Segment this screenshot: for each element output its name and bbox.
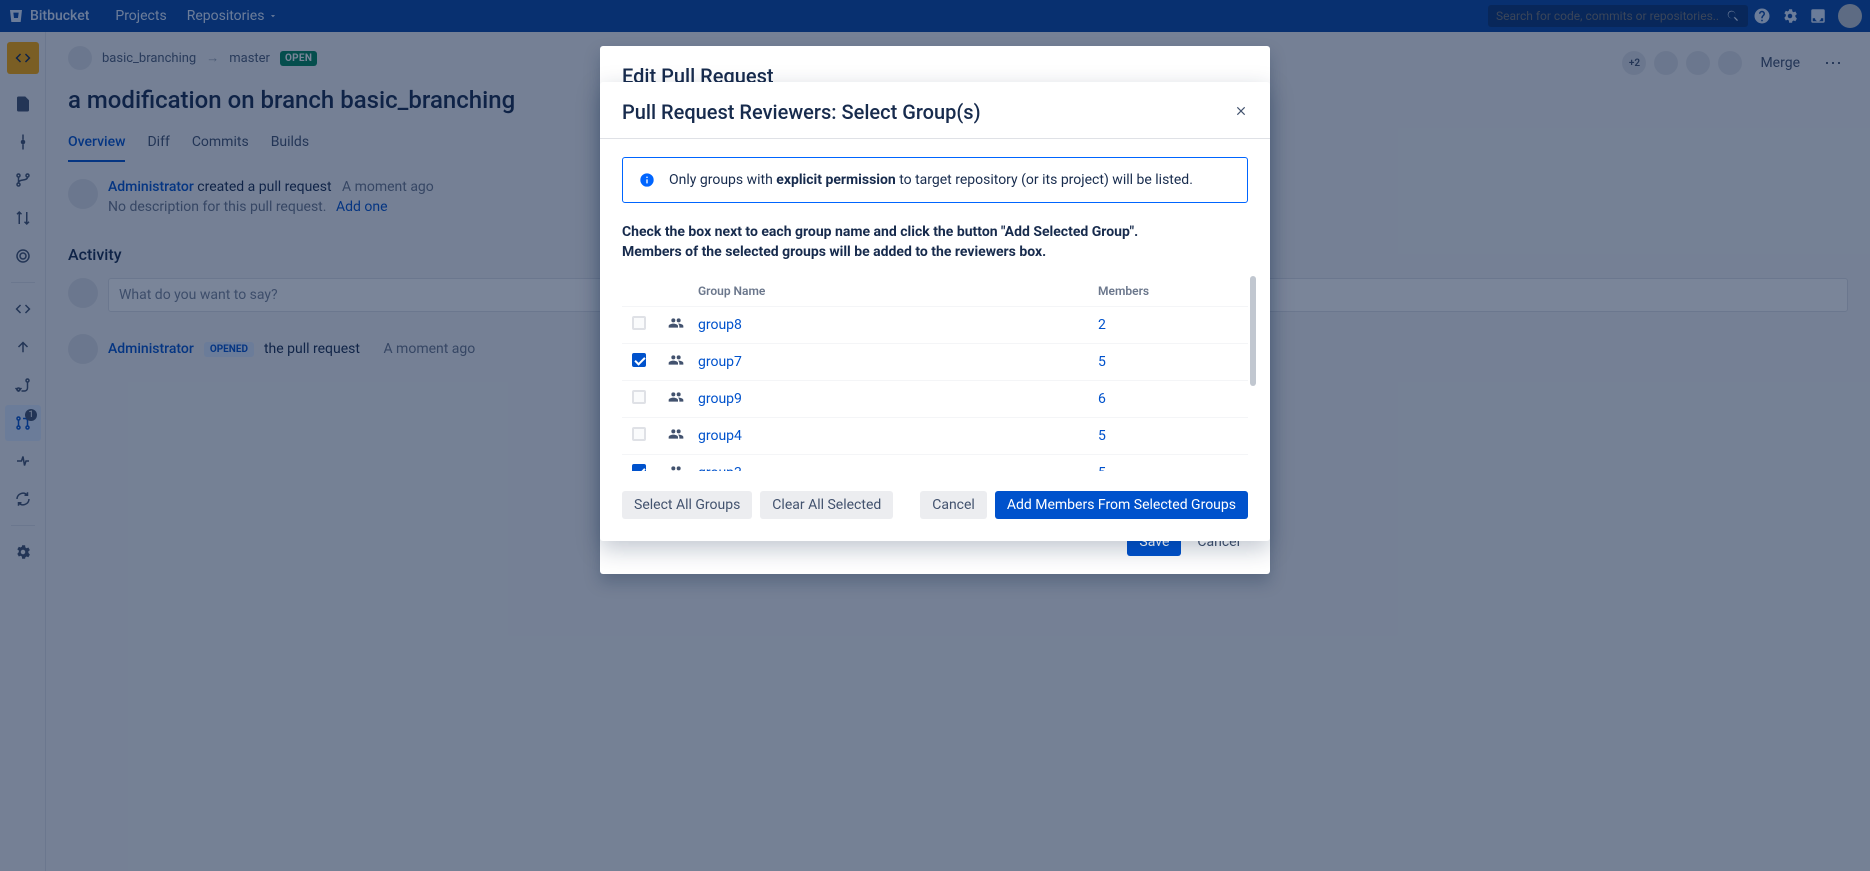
group-table: Group Name Members group82group75group96…	[622, 276, 1248, 471]
group-name-link[interactable]: group8	[698, 317, 1098, 333]
info-text-pre: Only groups with	[669, 172, 776, 188]
modal-overlay: Edit Pull Request Save Cancel Pull Reque…	[0, 0, 1870, 871]
col-group-name: Group Name	[698, 284, 1098, 298]
table-header: Group Name Members	[622, 276, 1248, 306]
group-members-link[interactable]: 5	[1098, 354, 1238, 370]
close-icon	[1234, 104, 1248, 118]
select-all-button[interactable]: Select All Groups	[622, 491, 752, 519]
cancel-button[interactable]: Cancel	[920, 491, 987, 519]
add-members-button[interactable]: Add Members From Selected Groups	[995, 491, 1248, 519]
group-icon	[668, 352, 684, 368]
table-row: group82	[622, 306, 1248, 343]
select-groups-modal: Pull Request Reviewers: Select Group(s) …	[600, 82, 1270, 541]
close-button[interactable]	[1234, 103, 1248, 122]
group-checkbox[interactable]	[632, 464, 646, 471]
table-row: group45	[622, 417, 1248, 454]
info-text-post: to target repository (or its project) wi…	[896, 172, 1193, 188]
table-row: group75	[622, 343, 1248, 380]
group-icon	[668, 463, 684, 471]
scrollbar-thumb[interactable]	[1250, 276, 1256, 386]
clear-all-button[interactable]: Clear All Selected	[760, 491, 893, 519]
info-icon	[639, 172, 655, 188]
modal-footer: Select All Groups Clear All Selected Can…	[600, 471, 1270, 541]
instructions: Check the box next to each group name an…	[622, 223, 1248, 262]
group-members-link[interactable]: 6	[1098, 391, 1238, 407]
group-members-link[interactable]: 2	[1098, 317, 1238, 333]
group-rows[interactable]: group82group75group96group45group35group…	[622, 306, 1248, 471]
info-text-bold: explicit permission	[776, 172, 895, 188]
group-checkbox[interactable]	[632, 427, 646, 441]
group-icon	[668, 426, 684, 442]
group-members-link[interactable]: 5	[1098, 428, 1238, 444]
group-checkbox[interactable]	[632, 353, 646, 367]
group-name-link[interactable]: group3	[698, 465, 1098, 471]
instructions-line2: Members of the selected groups will be a…	[622, 244, 1046, 260]
info-banner: Only groups with explicit permission to …	[622, 157, 1248, 203]
group-members-link[interactable]: 5	[1098, 465, 1238, 471]
group-name-link[interactable]: group9	[698, 391, 1098, 407]
group-icon	[668, 389, 684, 405]
table-row: group96	[622, 380, 1248, 417]
col-members: Members	[1098, 284, 1238, 298]
group-icon	[668, 315, 684, 331]
instructions-line1: Check the box next to each group name an…	[622, 224, 1138, 240]
group-checkbox[interactable]	[632, 390, 646, 404]
group-name-link[interactable]: group4	[698, 428, 1098, 444]
group-checkbox[interactable]	[632, 316, 646, 330]
modal-title: Pull Request Reviewers: Select Group(s)	[622, 100, 981, 124]
table-row: group35	[622, 454, 1248, 471]
group-name-link[interactable]: group7	[698, 354, 1098, 370]
